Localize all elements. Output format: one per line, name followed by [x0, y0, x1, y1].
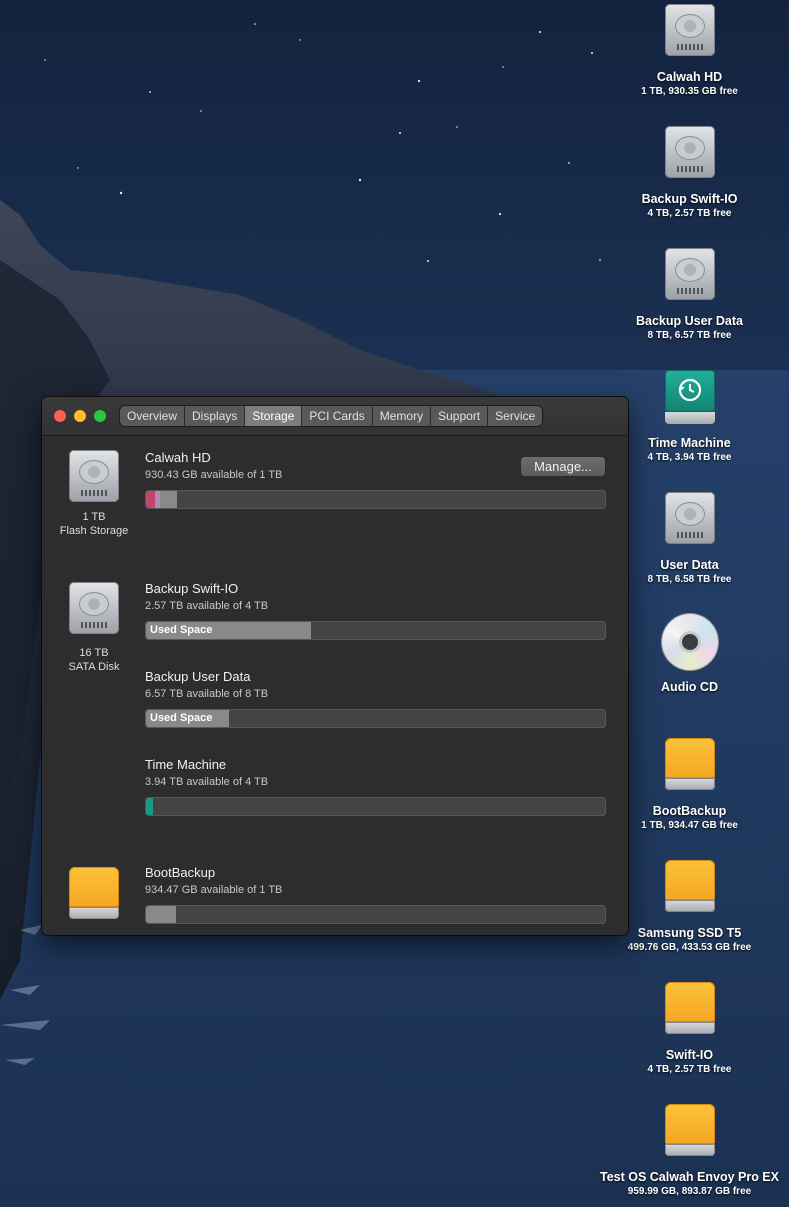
desktop-icon-name: Backup Swift-IO	[641, 192, 738, 206]
volume-time-machine: Time Machine 3.94 TB available of 4 TB	[145, 757, 608, 816]
window-titlebar[interactable]: Overview Displays Storage PCI Cards Memo…	[42, 397, 628, 436]
storage-used-fill[interactable]: Used Space	[146, 710, 229, 727]
storage-segment-other[interactable]	[160, 491, 177, 508]
volume-available: 6.57 TB available of 8 TB	[145, 688, 269, 700]
storage-bar[interactable]: Used Space	[145, 709, 606, 728]
desktop-drive-backup-swift-io[interactable]: Backup Swift-IO 4 TB, 2.57 TB free	[600, 126, 779, 220]
device-flash-storage: 1 TB Flash Storage	[42, 450, 149, 538]
device-size: 1 TB	[82, 511, 106, 523]
device-sata-disk: 16 TB SATA Disk	[42, 582, 149, 674]
cd-icon	[661, 614, 718, 670]
used-space-label: Used Space	[150, 712, 213, 724]
external-drive-icon	[664, 860, 715, 912]
hdd-icon	[664, 248, 715, 300]
storage-bar[interactable]: Used Space	[145, 621, 606, 640]
desktop-icon-name: Test OS Calwah Envoy Pro EX	[600, 1170, 779, 1184]
desktop-icon-name: Swift-IO	[665, 1048, 714, 1062]
volume-name: Backup User Data	[145, 669, 251, 684]
tab-displays[interactable]: Displays	[185, 406, 246, 426]
desktop-icon-sub: 959.99 GB, 893.87 GB free	[627, 1186, 752, 1197]
tab-pci-cards[interactable]: PCI Cards	[302, 406, 373, 426]
storage-used-fill[interactable]	[146, 798, 153, 815]
tab-storage[interactable]: Storage	[245, 406, 303, 426]
manage-button[interactable]: Manage...	[521, 457, 605, 476]
desktop-drive-backup-user-data[interactable]: Backup User Data 8 TB, 6.57 TB free	[600, 248, 779, 342]
desktop-icon-sub: 8 TB, 6.57 TB free	[647, 330, 732, 341]
tab-memory[interactable]: Memory	[372, 406, 432, 426]
minimize-button[interactable]	[74, 410, 86, 422]
external-drive-icon	[664, 982, 715, 1034]
hdd-icon	[69, 582, 119, 634]
volume-backup-user-data: Backup User Data 6.57 TB available of 8 …	[145, 669, 608, 728]
device-type: Flash Storage	[59, 525, 129, 537]
tab-bar: Overview Displays Storage PCI Cards Memo…	[120, 406, 543, 426]
desktop-icon-sub: 499.76 GB, 433.53 GB free	[627, 942, 752, 953]
device-type: SATA Disk	[68, 661, 120, 673]
used-space-label: Used Space	[150, 624, 213, 636]
tab-overview[interactable]: Overview	[120, 406, 186, 426]
device-size: 16 TB	[79, 647, 109, 659]
volume-name: BootBackup	[145, 865, 216, 880]
external-drive-icon	[664, 738, 715, 790]
desktop-drive-test-os[interactable]: Test OS Calwah Envoy Pro EX 959.99 GB, 8…	[600, 1104, 779, 1198]
desktop-icon-name: Calwah HD	[656, 70, 723, 84]
desktop-icon-sub: 1 TB, 930.35 GB free	[641, 86, 738, 97]
storage-segment-system[interactable]	[146, 491, 155, 508]
external-drive-icon	[664, 1104, 715, 1156]
volume-available: 2.57 TB available of 4 TB	[145, 600, 269, 612]
storage-bar[interactable]	[145, 490, 606, 509]
desktop-icon-name: Backup User Data	[636, 314, 743, 328]
storage-pane: 1 TB Flash Storage 16 TB SATA Disk Calwa…	[42, 436, 628, 935]
volume-available: 3.94 TB available of 4 TB	[145, 776, 269, 788]
about-this-mac-window: Overview Displays Storage PCI Cards Memo…	[42, 397, 628, 935]
storage-used-fill[interactable]	[146, 906, 176, 923]
volume-name: Backup Swift-IO	[145, 581, 239, 596]
volume-name: Time Machine	[145, 757, 227, 772]
device-external	[42, 867, 149, 919]
volume-bootbackup: BootBackup 934.47 GB available of 1 TB	[145, 865, 608, 924]
hdd-icon	[69, 450, 119, 502]
storage-bar[interactable]	[145, 905, 606, 924]
desktop-drive-swift-io[interactable]: Swift-IO 4 TB, 2.57 TB free	[600, 982, 779, 1076]
external-drive-icon	[69, 867, 119, 919]
desktop-icon-sub: 4 TB, 2.57 TB free	[647, 1064, 732, 1075]
hdd-icon	[664, 126, 715, 178]
volume-available: 934.47 GB available of 1 TB	[145, 884, 283, 896]
close-button[interactable]	[54, 410, 66, 422]
desktop-drive-calwah-hd[interactable]: Calwah HD 1 TB, 930.35 GB free	[600, 4, 779, 98]
tab-service[interactable]: Service	[488, 406, 543, 426]
tab-support[interactable]: Support	[431, 406, 489, 426]
storage-used-fill[interactable]: Used Space	[146, 622, 311, 639]
hdd-icon	[664, 492, 715, 544]
volume-backup-swift-io: Backup Swift-IO 2.57 TB available of 4 T…	[145, 581, 608, 640]
hdd-icon	[664, 4, 715, 56]
zoom-button[interactable]	[94, 410, 106, 422]
time-machine-icon	[664, 370, 715, 424]
desktop-icon-sub: 4 TB, 2.57 TB free	[647, 208, 732, 219]
storage-bar[interactable]	[145, 797, 606, 816]
